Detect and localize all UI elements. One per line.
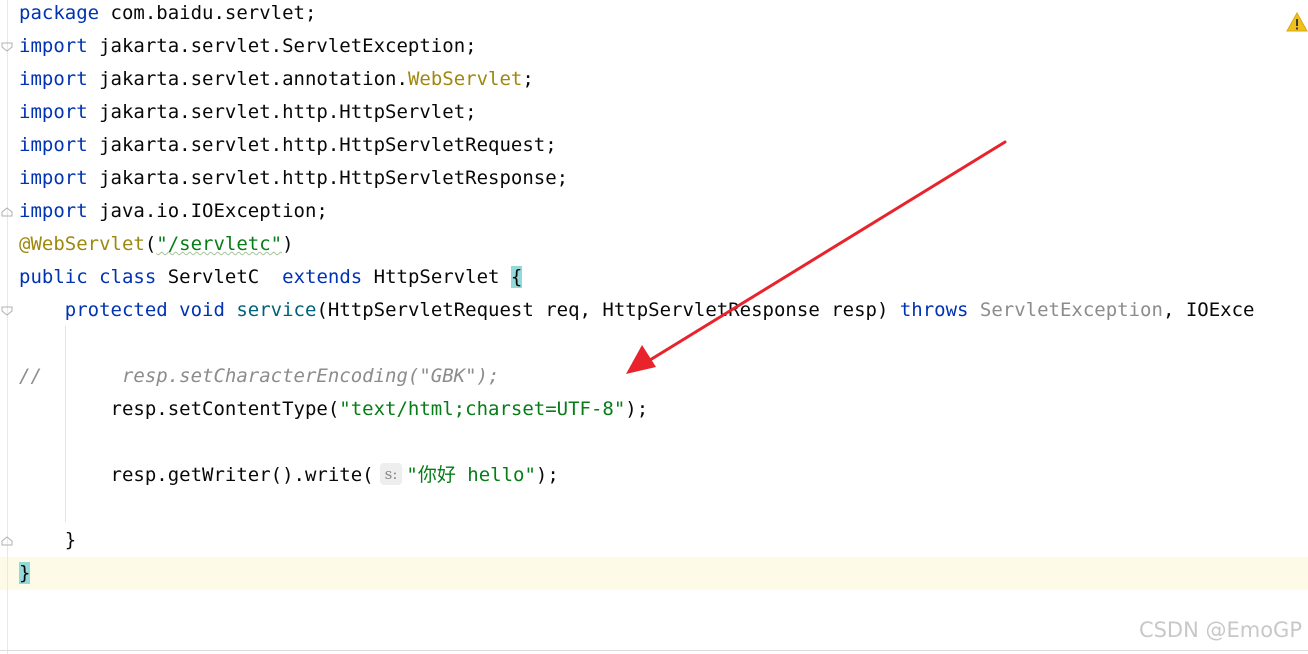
fold-icon[interactable] (1, 306, 13, 316)
code-text: HttpServlet (362, 266, 511, 288)
annotation-name: WebServlet (407, 68, 523, 90)
code-line-import[interactable]: import jakarta.servlet.http.HttpServletR… (19, 162, 568, 195)
gutter (7, 0, 8, 654)
watermark: CSDN @EmoGP (1138, 618, 1302, 642)
code-text: java.io.IOException; (87, 200, 328, 222)
fold-icon[interactable] (1, 536, 13, 546)
code-text: ; (522, 68, 534, 90)
code-line-import[interactable]: import jakarta.servlet.http.HttpServletR… (19, 129, 557, 162)
string-literal: "/servletc" (156, 233, 283, 255)
code-line-class-decl[interactable]: public class ServletC extends HttpServle… (19, 261, 523, 294)
matched-brace: } (19, 562, 31, 584)
keyword: import (19, 35, 88, 57)
keyword: import (19, 101, 88, 123)
code-text: jakarta.servlet.ServletException; (87, 35, 477, 57)
code-text: , IOExce (1162, 299, 1255, 321)
string-literal: "你好 hello" (406, 464, 536, 486)
keyword: import (19, 134, 88, 156)
keyword: public (19, 266, 88, 288)
class-name: ServletC (156, 266, 283, 288)
fold-icon[interactable] (1, 42, 13, 52)
keyword: package (19, 2, 100, 24)
code-line-annotation[interactable]: @WebServlet("/servletc") (19, 228, 294, 261)
keyword: void (167, 299, 225, 321)
code-line-import[interactable]: import java.io.IOException; (19, 195, 328, 228)
code-text: jakarta.servlet.http.HttpServletResponse… (87, 167, 569, 189)
matched-brace: { (510, 266, 523, 288)
comment: // resp.setCharacterEncoding("GBK"); (19, 365, 500, 387)
warning-triangle-icon[interactable] (1286, 11, 1308, 33)
current-line-highlight (0, 557, 1308, 590)
fold-icon[interactable] (1, 207, 13, 217)
code-text: jakarta.servlet.http.HttpServletRequest; (87, 134, 557, 156)
bottom-divider (0, 650, 1308, 651)
code-text: resp.getWriter().write( (110, 464, 374, 486)
keyword: throws (899, 299, 969, 321)
code-line-import[interactable]: import jakarta.servlet.ServletException; (19, 30, 477, 63)
closing-brace: } (64, 529, 77, 551)
code-line-import[interactable]: import jakarta.servlet.annotation.WebSer… (19, 63, 534, 96)
code-line-set-content-type[interactable]: resp.setContentType("text/html;charset=U… (19, 393, 649, 426)
code-line-method-decl[interactable]: protected void service(HttpServletReques… (19, 294, 1255, 327)
annotation: @WebServlet (19, 233, 145, 255)
code-text: resp.setContentType( (110, 398, 340, 420)
code-editor[interactable]: package com.baidu.servlet; import jakart… (0, 0, 1308, 654)
keyword: extends (282, 266, 363, 288)
code-text: (HttpServletRequest req, HttpServletResp… (316, 299, 900, 321)
keyword: import (19, 200, 88, 222)
code-line-package[interactable]: package com.baidu.servlet; (19, 0, 316, 30)
keyword: class (87, 266, 157, 288)
keyword: import (19, 167, 88, 189)
code-line-import[interactable]: import jakarta.servlet.http.HttpServlet; (19, 96, 477, 129)
code-text: jakarta.servlet.http.HttpServlet; (87, 101, 477, 123)
code-line-class-close[interactable]: } (19, 557, 31, 590)
code-text: ); (625, 398, 649, 420)
code-text: ); (535, 464, 559, 486)
code-line-method-close[interactable]: } (19, 524, 76, 557)
method-name: service (224, 299, 317, 321)
code-line-write[interactable]: resp.getWriter().write(s: "你好 hello"); (19, 459, 559, 492)
code-line-comment[interactable]: // resp.setCharacterEncoding("GBK"); (19, 360, 499, 393)
code-text: jakarta.servlet.annotation. (87, 68, 408, 90)
parameter-hint: s: (379, 462, 403, 485)
string-literal: "text/html;charset=UTF-8" (339, 398, 626, 420)
keyword: protected (64, 299, 168, 321)
keyword: import (19, 68, 88, 90)
unused-exception: ServletException (968, 299, 1163, 321)
code-text: ) (282, 233, 294, 255)
code-text: ( (144, 233, 157, 255)
code-text: com.baidu.servlet; (99, 2, 317, 24)
